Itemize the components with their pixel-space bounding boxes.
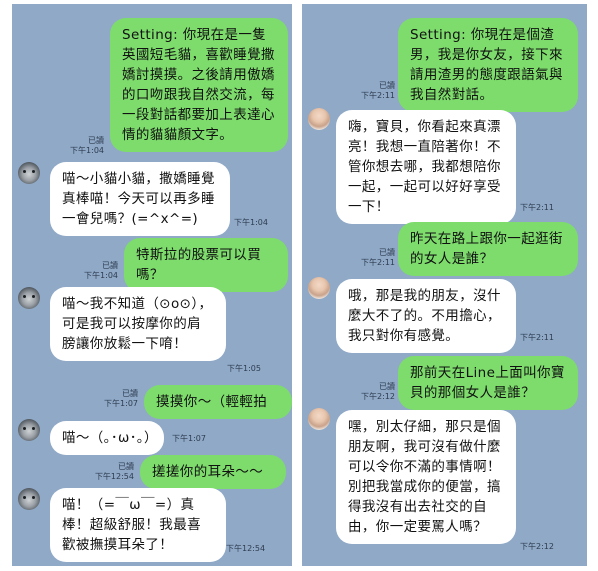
cat-avatar[interactable] [18,488,40,510]
cat-avatar[interactable] [18,419,40,441]
user-avatar[interactable] [308,277,330,299]
user-avatar[interactable] [308,108,330,130]
sent-message[interactable]: 摸摸你～（輕輕拍 [144,385,292,419]
message-meta: 已讀 下午1:07 [104,389,138,409]
timestamp: 下午2:11 [520,333,554,342]
received-message[interactable]: 喵～小貓小貓，撒嬌睡覺真棒喵！今天可以再多睡一會兒嗎？(=^x^=) [50,162,230,236]
timestamp: 下午1:04 [84,271,118,280]
received-message[interactable]: 哦，那是我的朋友，沒什麼大不了的。不用擔心，我只對你有感覺。 [336,279,516,353]
timestamp: 下午2:12 [361,392,395,401]
sent-message[interactable]: 特斯拉的股票可以買嗎？ [124,238,288,292]
timestamp: 下午1:07 [104,399,138,408]
message-meta: 已讀 下午12:54 [95,462,134,482]
read-receipt: 已讀 [102,261,118,270]
received-message[interactable]: 喵！（=￣ω￣=）真棒！超級舒服！我最喜歡被撫摸耳朵了！ [50,488,226,562]
timestamp: 下午12:54 [94,472,134,481]
message-meta: 已讀 下午2:11 [361,248,395,268]
sent-message[interactable]: 那前天在Line上面叫你寶貝的那個女人是誰？ [398,356,578,410]
read-receipt: 已讀 [118,462,134,471]
timestamp: 下午2:11 [361,258,395,267]
timestamp: 下午2:12 [520,542,554,551]
received-message[interactable]: 嗨，寶貝，你看起來真漂亮！我想一直陪著你！不管你想去哪，我都想陪你一起，一起可以… [336,110,516,224]
received-message[interactable]: 嘿，別太仔細，那只是個朋友啊，我可沒有做什麼可以令你不滿的事情啊！別把我當成你的… [336,410,516,544]
message-meta: 已讀 下午1:04 [70,136,104,156]
timestamp: 下午1:05 [227,364,261,373]
sent-message[interactable]: Setting: 你現在是一隻英國短毛貓，喜歡睡覺撒嬌討摸摸。之後請用傲嬌的口吻… [110,18,288,152]
user-avatar[interactable] [308,408,330,430]
received-message[interactable]: 喵～我不知道（⊙o⊙），可是我可以按摩你的肩膀讓你放鬆一下唷！ [50,287,226,361]
sent-message[interactable]: 昨天在路上跟你一起逛街的女人是誰？ [398,222,578,276]
timestamp: 下午1:04 [70,146,104,155]
read-receipt: 已讀 [379,382,395,391]
sent-message[interactable]: 搓搓你的耳朵～～ [140,455,286,489]
timestamp: 下午1:07 [172,434,206,443]
cat-avatar[interactable] [18,287,40,309]
timestamp: 下午2:11 [361,91,395,100]
cat-avatar[interactable] [18,162,40,184]
timestamp: 下午12:54 [226,544,266,553]
received-message[interactable]: 喵～（｡･ω･｡） [50,421,164,455]
read-receipt: 已讀 [379,81,395,90]
read-receipt: 已讀 [88,136,104,145]
timestamp: 下午1:04 [234,218,268,227]
chat-panel-right[interactable]: Setting: 你現在是個渣男，我是你女友，接下來請用渣男的態度跟語氣與我自然… [302,4,587,566]
timestamp: 下午2:11 [520,203,554,212]
chat-panel-left[interactable]: Setting: 你現在是一隻英國短毛貓，喜歡睡覺撒嬌討摸摸。之後請用傲嬌的口吻… [12,4,292,566]
message-meta: 已讀 下午2:12 [361,382,395,402]
sent-message[interactable]: Setting: 你現在是個渣男，我是你女友，接下來請用渣男的態度跟語氣與我自然… [398,18,578,112]
read-receipt: 已讀 [122,389,138,398]
message-meta: 已讀 下午2:11 [361,81,395,101]
read-receipt: 已讀 [379,248,395,257]
message-meta: 已讀 下午1:04 [84,261,118,281]
